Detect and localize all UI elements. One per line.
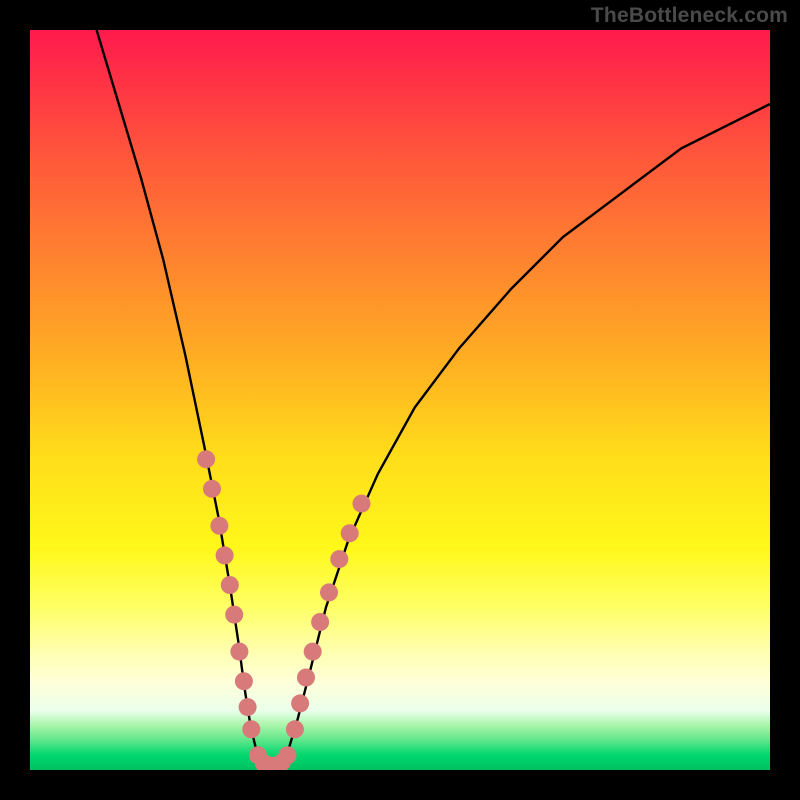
marker-left	[225, 606, 243, 624]
marker-right	[330, 550, 348, 568]
marker-right	[286, 720, 304, 738]
marker-right	[304, 643, 322, 661]
curve-markers	[197, 450, 370, 770]
bottleneck-curve	[97, 30, 770, 766]
marker-left	[230, 643, 248, 661]
marker-left	[216, 546, 234, 564]
curve-path	[97, 30, 770, 766]
marker-right	[311, 613, 329, 631]
marker-left	[235, 672, 253, 690]
marker-left	[197, 450, 215, 468]
marker-right	[353, 495, 371, 513]
chart-overlay	[30, 30, 770, 770]
marker-left	[221, 576, 239, 594]
marker-right	[320, 583, 338, 601]
chart-frame: TheBottleneck.com	[0, 0, 800, 800]
marker-left	[242, 720, 260, 738]
marker-right	[291, 694, 309, 712]
marker-left	[239, 698, 257, 716]
marker-left	[203, 480, 221, 498]
marker-left	[210, 517, 228, 535]
watermark-text: TheBottleneck.com	[591, 4, 788, 28]
marker-right	[297, 669, 315, 687]
marker-right	[341, 524, 359, 542]
marker-bottom	[279, 746, 297, 764]
